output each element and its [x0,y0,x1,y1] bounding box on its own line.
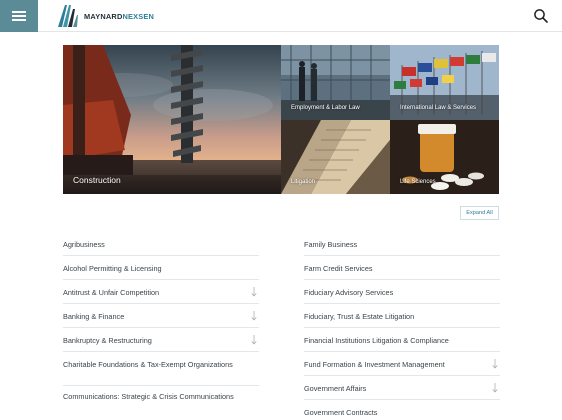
list-item-label: Government Contracts [304,408,378,417]
site-header: MAYNARDNEXSEN [0,0,562,32]
list-item-label: Charitable Foundations & Tax-Exempt Orga… [63,360,233,369]
list-item[interactable]: Fiduciary Advisory Services [304,280,500,304]
logo-part-2: NEXSEN [122,11,155,21]
list-item-label: Family Business [304,240,358,249]
logo[interactable]: MAYNARDNEXSEN [58,5,154,27]
tile-label: Life Sciences [400,179,436,185]
list-item-label: Fund Formation & Investment Management [304,360,445,369]
list-item[interactable]: Charitable Foundations & Tax-Exempt Orga… [63,352,259,386]
list-item[interactable]: Fiduciary, Trust & Estate Litigation [304,304,500,328]
tile-label: Litigation [291,179,316,185]
list-item[interactable]: Government Contracts [304,400,500,420]
list-item-label: Alcohol Permitting & Licensing [63,264,162,273]
list-item-label: Financial Institutions Litigation & Comp… [304,336,449,345]
list-item-label: Farm Credit Services [304,264,373,273]
featured-practices-grid: Construction Employment & Labor Law Inte… [63,45,499,194]
logo-wordmark: MAYNARDNEXSEN [84,12,154,21]
practice-list-right: Family Business Farm Credit Services Fid… [304,232,500,420]
logo-mark-icon [58,5,78,27]
list-item[interactable]: Farm Credit Services [304,256,500,280]
tile-construction[interactable]: Construction [63,45,281,194]
hamburger-icon [12,11,26,13]
expand-all-button[interactable]: Expand All [460,206,499,220]
list-item[interactable]: Fund Formation & Investment Management [304,352,500,376]
tile-label: Employment & Labor Law [291,105,360,111]
construction-image [63,45,281,194]
hamburger-icon-bar [12,15,26,17]
list-item[interactable]: Alcohol Permitting & Licensing [63,256,259,280]
search-icon[interactable] [533,8,549,24]
tile-employment-labor-law[interactable]: Employment & Labor Law [281,45,390,120]
tile-label: Construction [73,175,121,185]
practice-list-left: Agribusiness Alcohol Permitting & Licens… [63,232,259,416]
chevron-down-icon[interactable] [492,382,498,393]
list-item[interactable]: Family Business [304,232,500,256]
chevron-down-icon[interactable] [251,286,257,297]
list-item[interactable]: Banking & Finance [63,304,259,328]
list-item-label: Antitrust & Unfair Competition [63,288,160,297]
list-item-label: Fiduciary, Trust & Estate Litigation [304,312,415,321]
list-item[interactable]: Government Affairs [304,376,500,400]
logo-part-1: MAYNARD [84,11,123,21]
menu-button[interactable] [0,0,38,32]
list-item[interactable]: Communications: Strategic & Crisis Commu… [63,386,259,416]
list-item[interactable]: Financial Institutions Litigation & Comp… [304,328,500,352]
list-item-label: Government Affairs [304,384,367,393]
tile-international-law-services[interactable]: International Law & Services [390,45,499,120]
chevron-down-icon[interactable] [251,334,257,345]
tile-litigation[interactable]: Litigation [281,120,390,194]
tile-life-sciences[interactable]: Life Sciences [390,120,499,194]
list-item[interactable]: Agribusiness [63,232,259,256]
list-item[interactable]: Bankruptcy & Restructuring [63,328,259,352]
list-item-label: Banking & Finance [63,312,125,321]
list-item[interactable]: Antitrust & Unfair Competition [63,280,259,304]
list-item-label: Fiduciary Advisory Services [304,288,394,297]
list-item-label: Bankruptcy & Restructuring [63,336,152,345]
chevron-down-icon[interactable] [492,358,498,369]
chevron-down-icon[interactable] [251,310,257,321]
tile-label: International Law & Services [400,105,477,111]
list-item-label: Agribusiness [63,240,105,249]
hamburger-icon-bar [12,19,26,21]
list-item-label: Communications: Strategic & Crisis Commu… [63,392,234,401]
